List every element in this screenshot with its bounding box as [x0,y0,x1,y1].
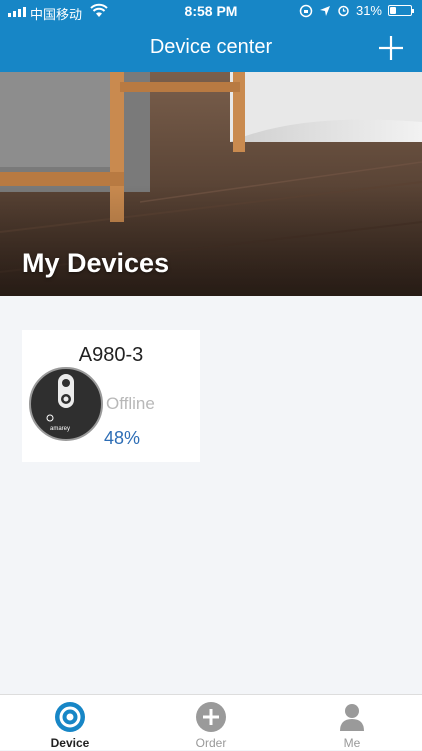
battery-icon [388,5,414,16]
tab-device-label: Device [50,736,90,750]
tab-me[interactable]: Me [282,695,422,751]
hero-banner: My Devices [0,72,422,296]
device-status: Offline [106,394,155,413]
device-battery: 48% [104,428,141,448]
device-card[interactable]: A980-3 amarey Offline 48% [22,330,200,462]
tab-bar: Device Order Me [0,694,422,750]
device-brand-label: amarey [50,426,70,432]
device-name: A980-3 [78,344,144,366]
plus-icon[interactable] [376,33,406,63]
robot-vacuum-icon: amarey [29,367,103,441]
order-plus-icon [196,702,226,732]
location-icon [319,5,330,16]
tab-me-label: Me [343,736,361,750]
rotation-lock-icon [299,4,313,17]
page-title: Device center [149,36,273,58]
tab-order-label: Order [195,736,227,750]
battery-percent: 31% [355,3,382,18]
device-icon [55,702,85,732]
tab-device[interactable]: Device [0,695,140,751]
battery-fill [390,7,396,14]
status-bar: 中国移动 8:58 PM 31% [0,0,422,24]
person-icon [340,704,364,731]
tab-order[interactable]: Order [141,695,281,751]
top-bar: 中国移动 8:58 PM 31% Device center [0,0,422,72]
hero-title: My Devices [22,248,170,278]
alarm-icon [338,5,349,17]
